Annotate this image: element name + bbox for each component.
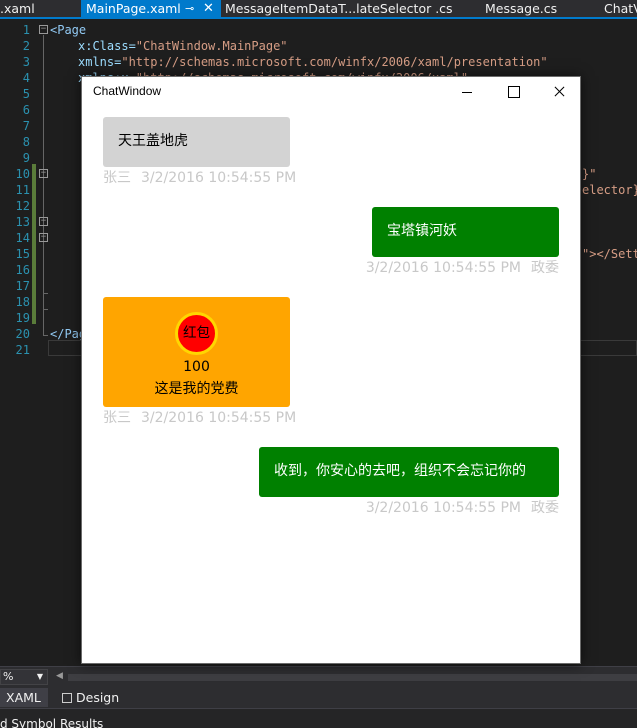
line-number: 14 [15, 231, 30, 245]
line-number: 19 [15, 311, 30, 325]
bottom-panel-label: d Symbol Results [0, 717, 104, 728]
red-packet-amount: 100 [183, 359, 210, 375]
message-text: 宝塔镇河妖 [387, 223, 457, 239]
window-titlebar[interactable]: ChatWindow [82, 77, 580, 107]
tab-mainpage-xaml[interactable]: MainPage.xaml ⊸ ✕ [81, 0, 221, 18]
message-time: 3/2/2016 10:54:55 PM [141, 170, 297, 186]
message-text: 收到，你安心的去吧，组织不会忘记你的 [274, 463, 526, 479]
line-number: 1 [22, 23, 30, 37]
message-bubble: 宝塔镇河妖 [372, 207, 559, 257]
red-packet-icon: 红包 [175, 312, 218, 355]
message-meta: 3/2/2016 10:54:55 PM 政委 [366, 499, 559, 517]
message-time: 3/2/2016 10:54:55 PM [365, 260, 521, 276]
xaml-value: "ChatWindow.MainPage" [135, 39, 288, 53]
line-number: 2 [22, 39, 30, 53]
message-sender: 政委 [531, 500, 559, 516]
tab-message-cs[interactable]: Message.cs [485, 0, 585, 18]
message-meta: 3/2/2016 10:54:55 PM 政委 [366, 259, 559, 277]
message-meta: 张三 3/2/2016 10:54:55 PM [103, 409, 296, 427]
line-number: 16 [15, 263, 30, 277]
code-line-11-tail: elector} [582, 183, 637, 197]
tab-messageitem-selector[interactable]: MessageItemDataT...lateSelector .cs [225, 0, 470, 18]
horizontal-scrollbar[interactable] [68, 674, 637, 681]
maximize-button[interactable] [490, 77, 536, 107]
tab-chat-partial[interactable]: ChatV [604, 0, 637, 18]
line-number: 11 [15, 183, 30, 197]
tab-label: Design [76, 690, 120, 705]
message-bubble: 天王盖地虎 [103, 117, 290, 167]
line-number: 12 [15, 199, 30, 213]
xaml-attribute: xmlns= [78, 55, 122, 69]
message-time: 3/2/2016 10:54:55 PM [365, 500, 521, 516]
zoom-value: % [3, 670, 14, 683]
tab-label: MainPage.xaml [86, 1, 181, 16]
message-sender: 张三 [103, 170, 131, 186]
fold-end-guide [43, 293, 48, 294]
bottom-panel-tab[interactable]: d Symbol Results [0, 708, 637, 728]
line-number: 21 [15, 343, 30, 357]
fold-toggle-icon[interactable]: − [39, 25, 48, 34]
close-icon[interactable]: ✕ [203, 0, 214, 18]
message-meta: 张三 3/2/2016 10:54:55 PM [103, 169, 296, 187]
scroll-left-icon[interactable]: ◀ [56, 671, 63, 681]
line-number: 3 [22, 55, 30, 69]
design-icon [62, 693, 72, 703]
red-packet-label: 红包 [183, 325, 210, 341]
close-button[interactable] [536, 77, 582, 107]
line-number: 17 [15, 279, 30, 293]
line-number: 18 [15, 295, 30, 309]
xaml-value: "http://schemas.microsoft.com/winfx/2006… [121, 55, 548, 69]
window-title: ChatWindow [93, 84, 162, 98]
view-tab-bar: XAML Design [0, 686, 637, 708]
tab-design-view[interactable]: Design [62, 688, 124, 707]
tab-label: .xaml [0, 1, 35, 16]
line-number: 20 [15, 327, 30, 341]
line-number: 8 [22, 135, 30, 149]
fold-toggle-icon[interactable]: − [39, 169, 48, 178]
code-line-10-tail: }" [582, 167, 597, 181]
message-time: 3/2/2016 10:54:55 PM [141, 410, 297, 426]
chat-window: ChatWindow 天王盖地虎 张三 3/2/2016 10:54:55 PM … [81, 76, 581, 664]
tab-xaml-view[interactable]: XAML [0, 688, 48, 707]
tab-label: Message.cs [485, 1, 558, 16]
code-line-15-tail: "></Sett [582, 247, 637, 261]
fold-guide [43, 35, 44, 335]
fold-toggle-icon[interactable]: − [39, 233, 48, 242]
line-number: 5 [22, 87, 30, 101]
tab-label: XAML [6, 690, 41, 705]
message-bubble: 收到，你安心的去吧，组织不会忘记你的 [259, 447, 559, 497]
line-number: 15 [15, 247, 30, 261]
red-packet-note: 这是我的党费 [154, 381, 239, 397]
editor-status-strip: % ▼ ◀ [0, 666, 637, 686]
fold-toggle-icon[interactable]: − [39, 217, 48, 226]
xaml-attribute: x:Class= [78, 39, 136, 53]
pin-icon[interactable]: ⊸ [185, 0, 194, 18]
line-number: 6 [22, 103, 30, 117]
fold-end-guide [43, 335, 48, 336]
line-number: 4 [22, 71, 30, 85]
line-number: 7 [22, 119, 30, 133]
zoom-dropdown[interactable]: % ▼ [0, 669, 48, 685]
changed-lines-marker [32, 164, 36, 324]
code-line-1: <Page [50, 23, 87, 37]
red-packet-bubble[interactable]: 红包 100 这是我的党费 [103, 297, 290, 407]
line-number: 13 [15, 215, 30, 229]
code-line-3: xmlns="http://schemas.microsoft.com/winf… [78, 54, 548, 70]
message-sender: 张三 [103, 410, 131, 426]
tab-label: MessageItemDataT...lateSelector .cs [225, 1, 453, 16]
fold-end-guide [43, 309, 48, 310]
code-line-2: x:Class="ChatWindow.MainPage" [78, 38, 288, 54]
tab-xaml-partial[interactable]: .xaml [0, 0, 74, 18]
chevron-down-icon: ▼ [36, 672, 43, 681]
editor-tab-strip: .xaml MainPage.xaml ⊸ ✕ MessageItemDataT… [0, 0, 637, 19]
line-number: 9 [22, 151, 30, 165]
minimize-button[interactable] [444, 77, 490, 107]
line-number: 10 [15, 167, 30, 181]
message-text: 天王盖地虎 [118, 133, 188, 149]
tab-label: ChatV [604, 1, 637, 16]
message-sender: 政委 [531, 260, 559, 276]
